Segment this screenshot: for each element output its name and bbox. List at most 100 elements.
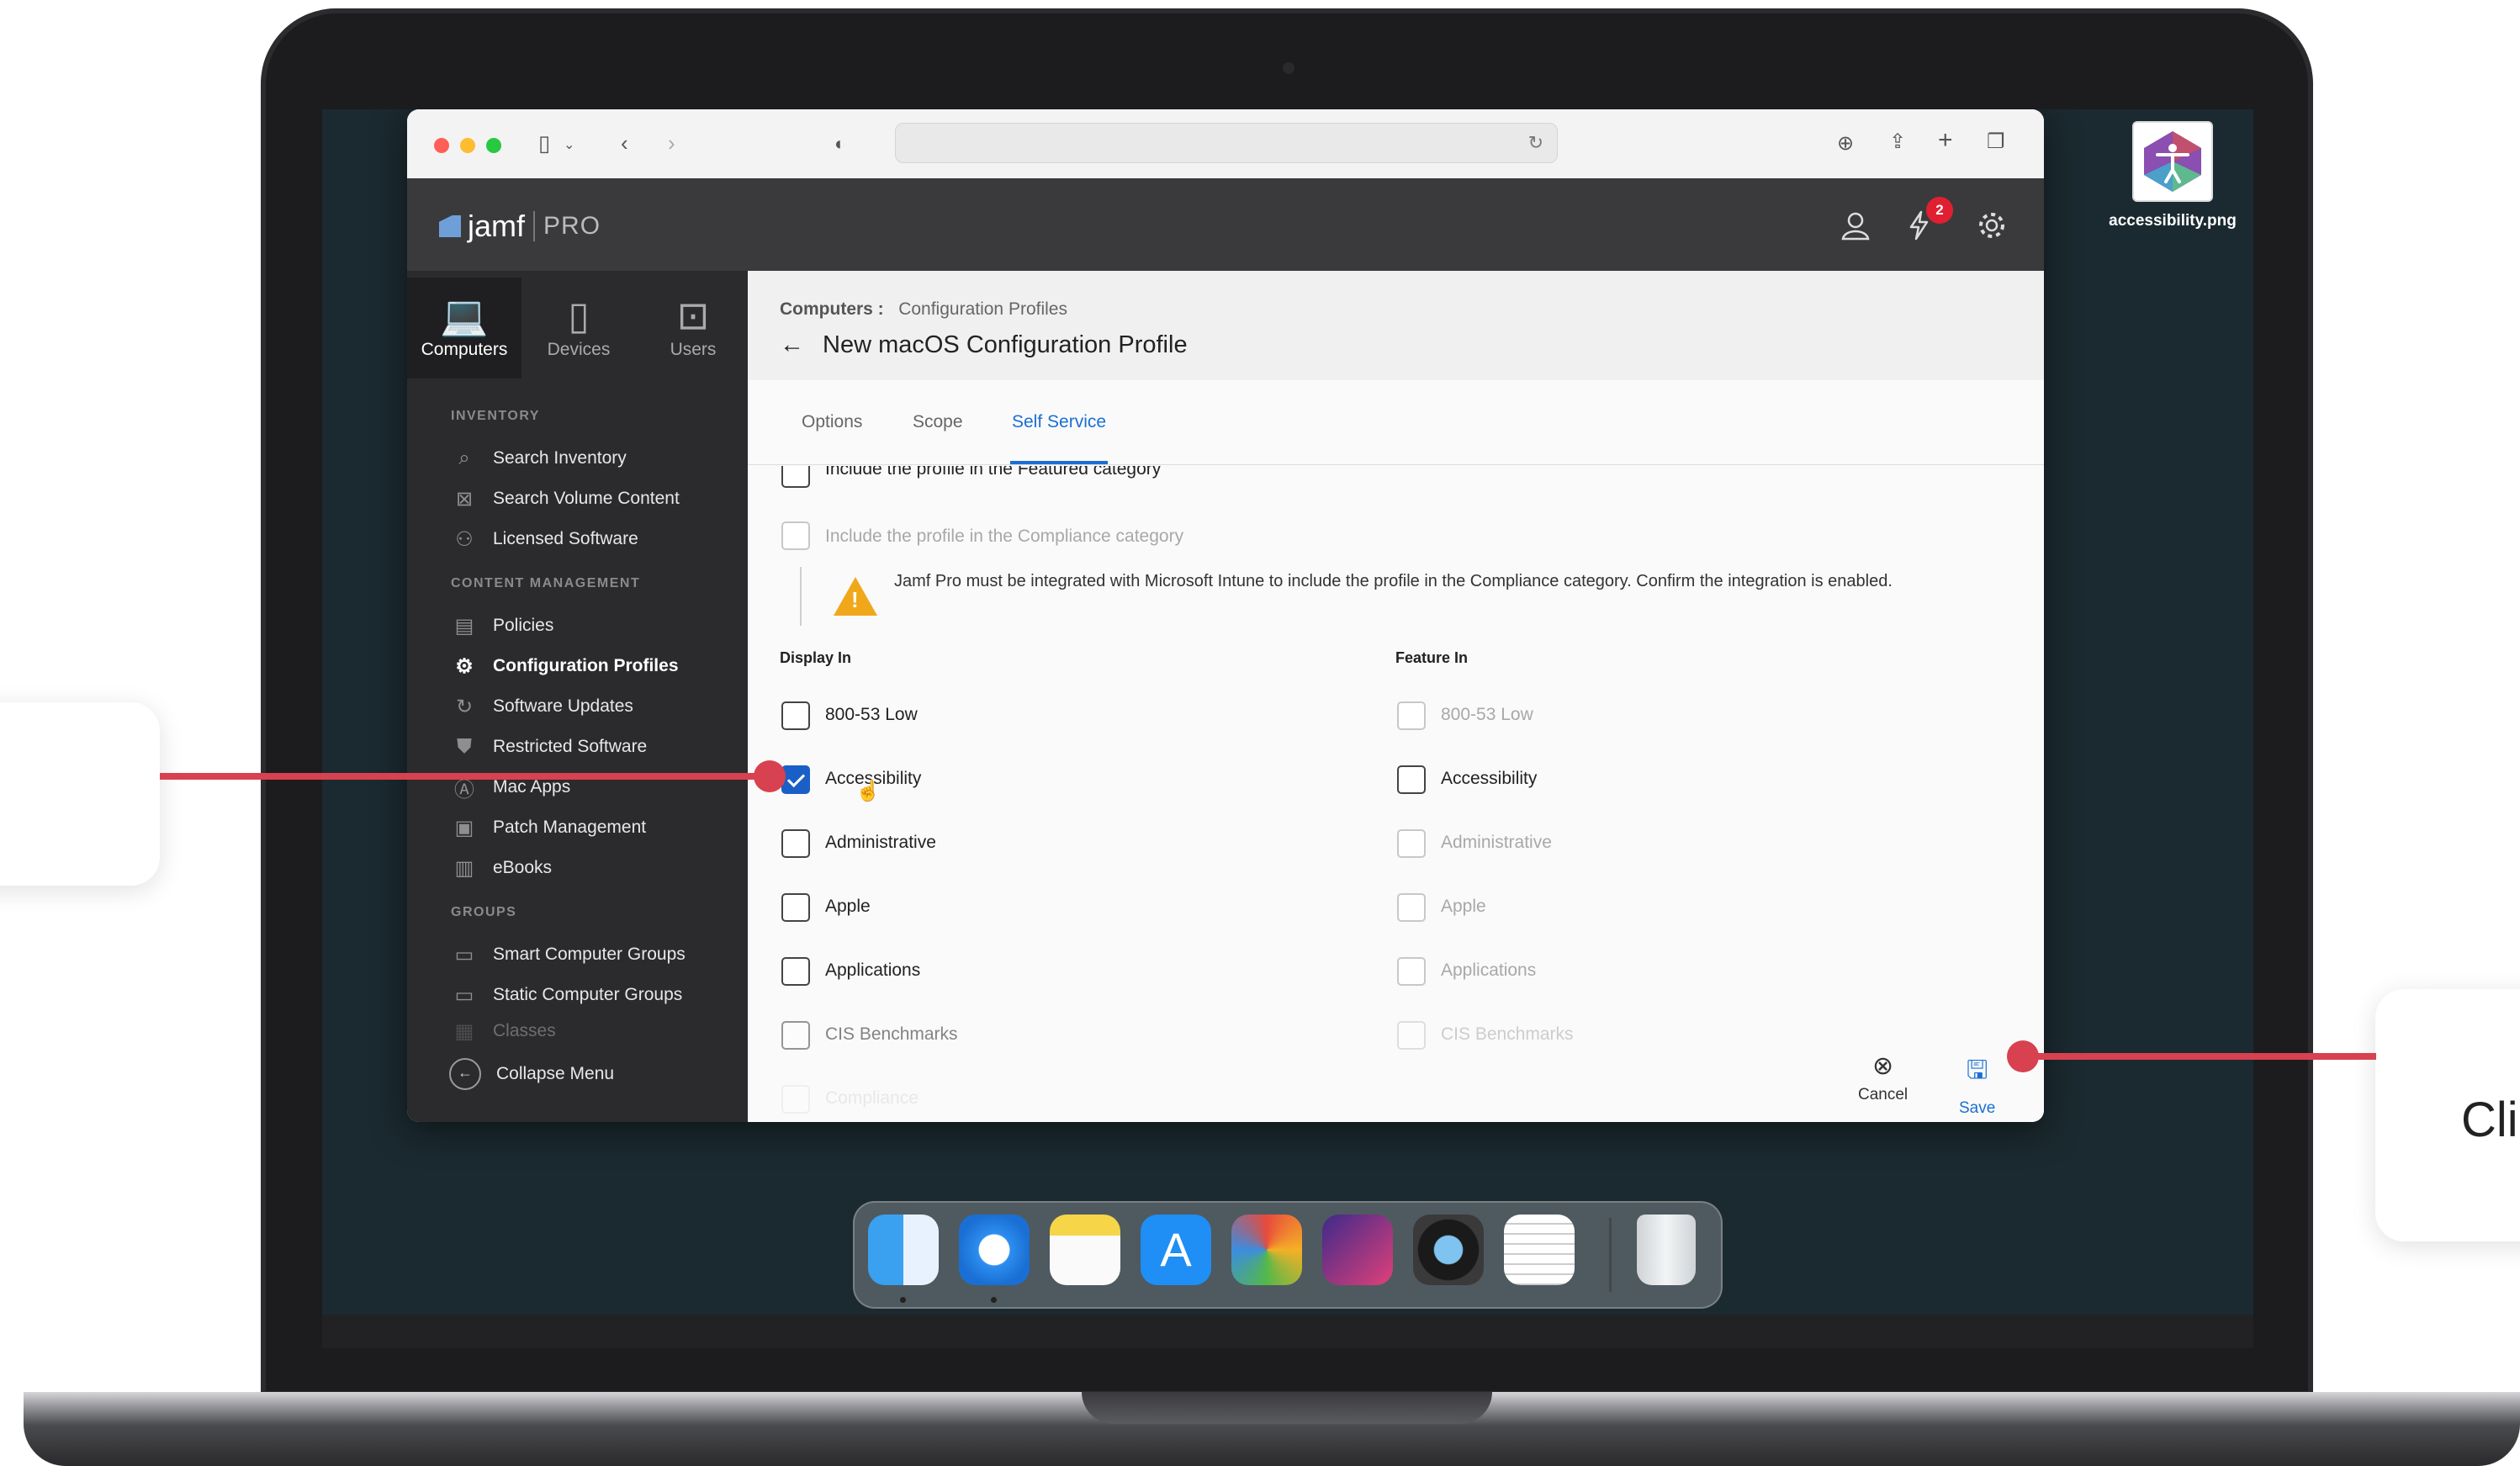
reload-icon[interactable]: ↻ [1528, 132, 1543, 154]
accessibility-icon [2144, 131, 2201, 192]
self-service-icon[interactable] [1231, 1215, 1302, 1285]
display-checkbox-apple[interactable] [781, 893, 810, 922]
section-inventory: INVENTORY [451, 409, 540, 423]
sidebar-item-smart-computer-groups[interactable]: ▭ Smart Computer Groups [449, 940, 686, 969]
trash-icon[interactable] [1637, 1215, 1696, 1285]
safari-icon[interactable] [959, 1215, 1030, 1285]
sidebar-item-static-computer-groups[interactable]: ▭ Static Computer Groups [449, 981, 683, 1009]
app-header: jamf PRO 2 [407, 178, 2044, 271]
callout-dot-right [2007, 1040, 2039, 1072]
tab-overview-icon[interactable]: ❐ [1987, 131, 2005, 153]
sidebar-item-label: Policies [493, 616, 554, 635]
collapse-menu-button[interactable]: ← Collapse Menu [449, 1058, 614, 1090]
close-window-button[interactable] [434, 138, 449, 153]
desktop-file[interactable]: accessibility.png [2072, 121, 2253, 230]
main-panel: Computers : Configuration Profiles ← New … [748, 271, 2044, 1122]
sidebar-item-licensed-software[interactable]: ⚇ Licensed Software [449, 525, 638, 553]
save-button[interactable]: 🖫 Save [1959, 1051, 1995, 1118]
zoom-window-button[interactable] [486, 138, 501, 153]
feature-checkbox-administrative[interactable] [1397, 829, 1426, 858]
compliance-checkbox[interactable] [781, 521, 810, 550]
nav-tab-users[interactable]: ⊡ Users [636, 278, 750, 378]
display-label: Administrative [825, 833, 936, 852]
breadcrumb-root[interactable]: Computers : [780, 299, 884, 319]
new-tab-icon[interactable]: + [1938, 128, 1953, 153]
download-icon[interactable]: ⊕ [1837, 133, 1854, 155]
feature-label: Accessibility [1441, 769, 1538, 788]
jamf-logo[interactable]: jamf PRO [439, 209, 601, 244]
sidebar-item-policies[interactable]: ▤ Policies [449, 611, 554, 640]
mobile-device-icon: ▯ [568, 294, 590, 337]
sidebar-item-software-updates[interactable]: ↻ Software Updates [449, 692, 633, 721]
book-icon: ▥ [454, 856, 474, 880]
minimize-window-button[interactable] [460, 138, 475, 153]
sidebar-item-restricted-software[interactable]: ⛊ Restricted Software [449, 733, 647, 761]
browser-window: ▯ ⌄ ‹ › ◐ ↻ ⊕ ⇪ + ❐ jamf PRO 2 💻 Compute… [407, 109, 2044, 1122]
browser-toolbar: ▯ ⌄ ‹ › ◐ ↻ ⊕ ⇪ + ❐ [407, 109, 2044, 179]
folder-icon: ▭ [454, 983, 474, 1007]
feature-checkbox-cis-benchmarks[interactable] [1397, 1021, 1426, 1050]
nav-tab-computers[interactable]: 💻 Computers [407, 278, 521, 378]
back-arrow-icon[interactable]: ← [780, 331, 804, 358]
display-checkbox-compliance[interactable] [781, 1085, 810, 1114]
sidebar-item-label: eBooks [493, 858, 553, 877]
sidebar-item-ebooks[interactable]: ▥ eBooks [449, 854, 552, 882]
fading-rows: CIS Benchmarks CIS Benchmarks Compliance [748, 1018, 2044, 1122]
feature-label: Administrative [1441, 833, 1552, 852]
nav-tab-label: Devices [547, 340, 611, 359]
finder-icon[interactable] [868, 1215, 939, 1285]
nav-tab-label: Computers [421, 340, 508, 359]
textedit-icon[interactable] [1504, 1215, 1575, 1285]
forward-icon[interactable]: › [668, 132, 675, 154]
callout-line-left [160, 773, 774, 780]
save-label: Save [1959, 1099, 1996, 1117]
user-icon[interactable] [1840, 210, 1871, 248]
display-checkbox-accessibility[interactable] [781, 765, 810, 794]
display-checkbox-applications[interactable] [781, 957, 810, 986]
shortcuts-icon[interactable] [1322, 1215, 1393, 1285]
compliance-label: Include the profile in the Compliance ca… [825, 527, 1184, 546]
sidebar-item-search-volume-content[interactable]: ⊠ Search Volume Content [449, 484, 680, 513]
sidebar-toggle-icon[interactable]: ▯ [538, 132, 550, 154]
sidebar-item-patch-management[interactable]: ▣ Patch Management [449, 813, 646, 842]
quicktime-icon[interactable] [1413, 1215, 1484, 1285]
app-store-icon[interactable]: A [1141, 1215, 1211, 1285]
sidebar-item-label: Software Updates [493, 696, 633, 716]
chevron-down-icon[interactable]: ⌄ [564, 135, 574, 156]
feature-checkbox-800-53-low[interactable] [1397, 701, 1426, 730]
address-bar[interactable]: ↻ [895, 123, 1558, 163]
sidebar-item-classes[interactable]: ▦ Classes [449, 1021, 556, 1041]
tab-self-service[interactable]: Self Service [1012, 412, 1106, 432]
notes-icon[interactable] [1050, 1215, 1120, 1285]
notification-badge[interactable]: 2 [1926, 197, 1953, 224]
feature-checkbox-applications[interactable] [1397, 957, 1426, 986]
feature-label: Apple [1441, 897, 1486, 916]
back-icon[interactable]: ‹ [621, 132, 628, 154]
feature-checkbox-apple[interactable] [1397, 893, 1426, 922]
classes-icon: ▦ [454, 1021, 474, 1041]
callout-dot-left [754, 760, 786, 792]
screen: accessibility.png ▯ ⌄ ‹ › ◐ ↻ ⊕ ⇪ + ❐ ja… [322, 109, 2253, 1315]
display-in-heading: Display In [780, 649, 852, 666]
hand-cursor-icon: ☝ [855, 780, 881, 802]
tab-scope[interactable]: Scope [913, 412, 963, 432]
display-checkbox-cis-benchmarks[interactable] [781, 1021, 810, 1050]
share-icon[interactable]: ⇪ [1889, 131, 1906, 153]
active-tab-indicator [1010, 461, 1108, 464]
section-groups: GROUPS [451, 905, 517, 919]
nav-tab-devices[interactable]: ▯ Devices [521, 278, 636, 378]
featured-checkbox[interactable] [781, 466, 810, 488]
feature-label: 800-53 Low [1441, 705, 1533, 724]
display-checkbox-administrative[interactable] [781, 829, 810, 858]
privacy-shield-icon[interactable]: ◐ [834, 133, 845, 155]
file-thumbnail [2132, 121, 2213, 202]
breadcrumb-current[interactable]: Configuration Profiles [898, 299, 1067, 319]
gear-icon[interactable] [1977, 210, 2007, 248]
nav-tab-label: Users [670, 340, 717, 359]
sidebar-item-configuration-profiles[interactable]: ⚙ Configuration Profiles [449, 652, 678, 680]
display-checkbox-800-53-low[interactable] [781, 701, 810, 730]
feature-checkbox-accessibility[interactable] [1397, 765, 1426, 794]
cancel-button[interactable]: ⊗ Cancel [1858, 1051, 1908, 1104]
tab-options[interactable]: Options [802, 412, 862, 432]
sidebar-item-search-inventory[interactable]: ⌕ Search Inventory [449, 444, 627, 473]
